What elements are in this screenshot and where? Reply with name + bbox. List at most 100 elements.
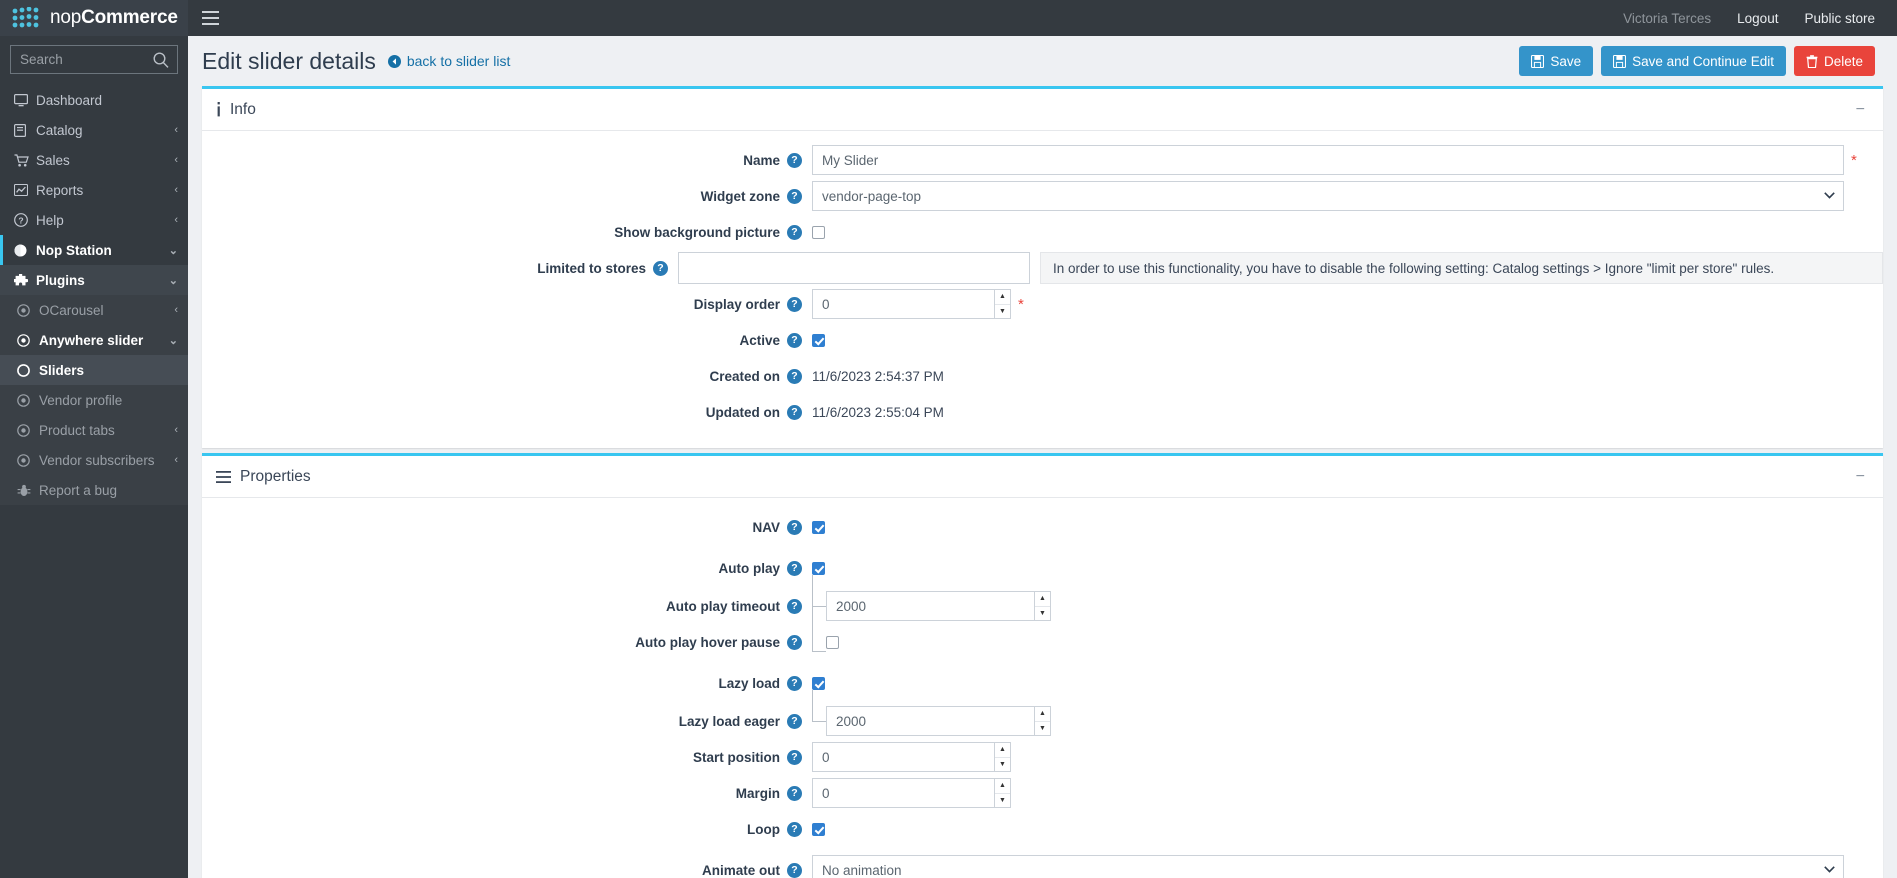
auto-play-timeout-help-icon[interactable]: ? <box>787 598 802 614</box>
lazy-load-label: Lazy load ? <box>202 675 812 691</box>
loop-help-icon[interactable]: ? <box>787 821 802 837</box>
page-title: Edit slider details <box>202 47 376 74</box>
name-help-icon[interactable]: ? <box>787 152 802 168</box>
show-background-picture-checkbox[interactable] <box>812 225 825 239</box>
sidebar-item-anywhere-slider[interactable]: Anywhere slider ⌄ <box>0 325 188 355</box>
search-icon[interactable] <box>152 51 170 69</box>
sidebar-item-catalog[interactable]: Catalog ‹ <box>0 115 188 145</box>
sidebar-item-reports[interactable]: Reports ‹ <box>0 175 188 205</box>
sidebar-toggle-button[interactable] <box>188 0 232 36</box>
auto-play-timeout-spin-buttons: ▲ ▼ <box>1034 591 1051 621</box>
save-and-continue-edit-button[interactable]: Save and Continue Edit <box>1601 46 1786 76</box>
save-button[interactable]: Save <box>1519 46 1594 76</box>
active-checkbox[interactable] <box>812 333 825 347</box>
sidebar-search-box[interactable] <box>10 45 178 74</box>
sidebar-item-plugins[interactable]: Plugins ⌄ <box>0 265 188 295</box>
display-order-increment-button[interactable]: ▲ <box>995 290 1010 305</box>
lazy-load-checkbox[interactable] <box>812 676 825 690</box>
public-store-link[interactable]: Public store <box>1804 11 1875 26</box>
limited-to-stores-help-icon[interactable]: ? <box>653 260 668 276</box>
sidebar-item-dashboard[interactable]: Dashboard <box>0 85 188 115</box>
display-order-input[interactable] <box>812 289 994 319</box>
margin-input[interactable] <box>812 778 994 808</box>
animate-out-help-icon[interactable]: ? <box>787 862 802 878</box>
start-position-help-icon[interactable]: ? <box>787 749 802 765</box>
info-card-collapse-button[interactable]: − <box>1852 98 1869 122</box>
nav-help-icon[interactable]: ? <box>787 519 802 535</box>
widget-zone-control: vendor-page-top <box>812 181 1844 211</box>
logout-link[interactable]: Logout <box>1737 11 1778 26</box>
limited-to-stores-control: In order to use this functionality, you … <box>678 252 1883 284</box>
animate-out-select[interactable]: No animation <box>812 855 1844 878</box>
sidebar-item-vendor-profile[interactable]: Vendor profile <box>0 385 188 415</box>
chevron-down-icon[interactable]: ⌄ <box>169 334 178 347</box>
updated-on-label-text: Updated on <box>705 404 780 420</box>
sidebar-item-report-a-bug[interactable]: Report a bug <box>0 475 188 505</box>
sidebar-item-nop-station[interactable]: Nop Station ⌄ <box>0 235 188 265</box>
sidebar-item-label: Reports <box>36 182 84 198</box>
brand-logo[interactable]: nopCommerce <box>0 0 188 36</box>
delete-button[interactable]: Delete <box>1793 46 1875 76</box>
sidebar-item-ocarousel[interactable]: OCarousel ‹ <box>0 295 188 325</box>
margin-decrement-button[interactable]: ▼ <box>995 793 1010 807</box>
sidebar-item-sliders[interactable]: Sliders <box>0 355 188 385</box>
limited-to-stores-label: Limited to stores ? <box>202 260 678 276</box>
lazy-load-help-icon[interactable]: ? <box>787 675 802 691</box>
nav-checkbox[interactable] <box>812 520 825 534</box>
margin-increment-button[interactable]: ▲ <box>995 779 1010 794</box>
chevron-left-icon[interactable]: ‹ <box>174 214 178 226</box>
lazy-load-control <box>812 676 825 690</box>
limited-to-stores-input[interactable] <box>678 252 1030 284</box>
sidebar-item-label: Vendor subscribers <box>39 452 155 468</box>
auto-play-timeout-input[interactable] <box>826 591 1034 621</box>
created-on-help-icon[interactable]: ? <box>787 368 802 384</box>
nav-label-text: NAV <box>752 519 780 535</box>
auto-play-hover-pause-help-icon[interactable]: ? <box>787 634 802 650</box>
sidebar-item-label: Product tabs <box>39 422 115 438</box>
auto-play-checkbox[interactable] <box>812 561 825 575</box>
animate-out-label: Animate out ? <box>202 862 812 878</box>
widget-zone-select[interactable]: vendor-page-top <box>812 181 1844 211</box>
margin-help-icon[interactable]: ? <box>787 785 802 801</box>
lazy-load-eager-decrement-button[interactable]: ▼ <box>1035 721 1050 735</box>
start-position-input[interactable] <box>812 742 994 772</box>
auto-play-timeout-increment-button[interactable]: ▲ <box>1035 592 1050 607</box>
auto-play-timeout-decrement-button[interactable]: ▼ <box>1035 606 1050 620</box>
sidebar-item-sales[interactable]: Sales ‹ <box>0 145 188 175</box>
chevron-left-icon[interactable]: ‹ <box>174 154 178 166</box>
start-position-decrement-button[interactable]: ▼ <box>995 757 1010 771</box>
animate-out-control: No animation <box>812 855 1844 878</box>
loop-checkbox[interactable] <box>812 822 825 836</box>
chevron-left-icon[interactable]: ‹ <box>174 454 178 466</box>
auto-play-help-icon[interactable]: ? <box>787 560 802 576</box>
chevron-left-icon[interactable]: ‹ <box>174 304 178 316</box>
auto-play-control <box>812 561 825 575</box>
sidebar-item-vendor-subscribers[interactable]: Vendor subscribers ‹ <box>0 445 188 475</box>
active-help-icon[interactable]: ? <box>787 332 802 348</box>
display-order-decrement-button[interactable]: ▼ <box>995 304 1010 318</box>
name-input[interactable] <box>812 145 1844 175</box>
chevron-left-icon[interactable]: ‹ <box>174 124 178 136</box>
show-background-picture-help-icon[interactable]: ? <box>787 224 802 240</box>
lazy-load-eager-input[interactable] <box>826 706 1034 736</box>
lazy-load-eager-increment-button[interactable]: ▲ <box>1035 707 1050 722</box>
field-row-widget-zone: Widget zone ? vendor-page-top <box>202 180 1883 212</box>
margin-spin-buttons: ▲ ▼ <box>994 778 1011 808</box>
updated-on-help-icon[interactable]: ? <box>787 404 802 420</box>
lazy-load-eager-help-icon[interactable]: ? <box>787 713 802 729</box>
display-order-help-icon[interactable]: ? <box>787 296 802 312</box>
sidebar-item-product-tabs[interactable]: Product tabs ‹ <box>0 415 188 445</box>
back-to-slider-list-link[interactable]: back to slider list <box>387 53 510 69</box>
chevron-down-icon[interactable]: ⌄ <box>169 274 178 287</box>
margin-stepper: ▲ ▼ <box>812 778 1011 808</box>
start-position-increment-button[interactable]: ▲ <box>995 743 1010 758</box>
chevron-down-icon[interactable]: ⌄ <box>169 244 178 257</box>
field-row-limited-to-stores: Limited to stores ? In order to use this… <box>202 252 1883 284</box>
name-label-text: Name <box>743 152 780 168</box>
chevron-left-icon[interactable]: ‹ <box>174 184 178 196</box>
sidebar-item-help[interactable]: ? Help ‹ <box>0 205 188 235</box>
properties-card-collapse-button[interactable]: − <box>1852 465 1869 489</box>
widget-zone-help-icon[interactable]: ? <box>787 188 802 204</box>
auto-play-hover-pause-checkbox[interactable] <box>826 635 839 649</box>
chevron-left-icon[interactable]: ‹ <box>174 424 178 436</box>
